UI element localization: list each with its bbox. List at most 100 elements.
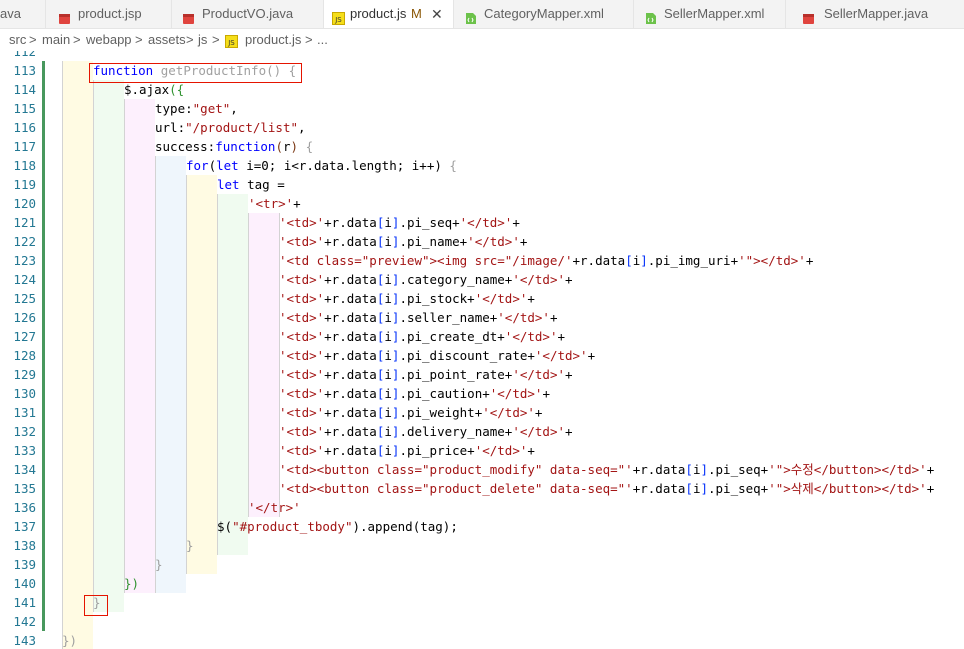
line-number: 123 <box>13 253 36 268</box>
code-line: '<td><button class="product_delete" data… <box>279 481 935 496</box>
jsp-file-icon <box>58 7 71 24</box>
indent-guide-line <box>186 175 187 574</box>
line-number: 139 <box>13 557 36 572</box>
code-line: '<td>'+r.data[i].category_name+'</td>'+ <box>279 272 573 287</box>
line-number: 117 <box>13 139 36 154</box>
svg-text:JS: JS <box>334 16 342 24</box>
line-number: 118 <box>13 158 36 173</box>
js-file-icon: JS <box>225 33 238 51</box>
breadcrumb-separator: > <box>29 32 37 47</box>
code-line: '<td>'+r.data[i].seller_name+'</td>'+ <box>279 310 558 325</box>
tab-label: ava <box>0 6 21 21</box>
code-editor[interactable]: 112 113 114 115 116 117 118 119 120 121 … <box>0 51 964 649</box>
function-declaration-highlight <box>89 63 302 83</box>
breadcrumb-item-assets[interactable]: assets <box>148 29 186 51</box>
js-file-icon: JS <box>332 7 345 25</box>
git-added-gutter <box>42 61 45 631</box>
xml-file-icon <box>644 7 657 24</box>
tab-categorymapper-xml[interactable]: CategoryMapper.xml <box>454 0 634 28</box>
tab-label: product.jsp <box>78 6 142 21</box>
line-number: 134 <box>13 462 36 477</box>
code-line: } <box>186 538 194 553</box>
line-number: 112 <box>13 51 36 59</box>
code-line: for(let i=0; i<r.data.length; i++) { <box>186 158 457 173</box>
code-line: }) <box>124 576 140 591</box>
code-line: '</tr>' <box>248 500 301 515</box>
line-number: 143 <box>13 633 36 648</box>
indent-guide <box>217 194 248 555</box>
breadcrumb-item-file[interactable]: product.js <box>245 29 301 51</box>
tab-label: SellerMapper.xml <box>664 6 765 21</box>
breadcrumb-item-src[interactable]: src <box>9 29 26 51</box>
tab-sellermapper-java[interactable]: SellerMapper.java <box>786 0 964 28</box>
indent-guide <box>155 156 186 593</box>
indent-guide-line <box>217 194 218 555</box>
code-line: '<td>'+r.data[i].pi_name+'</td>'+ <box>279 234 528 249</box>
line-number: 114 <box>13 82 36 97</box>
tab-partial-java[interactable]: ava <box>0 0 46 28</box>
indent-guide <box>248 213 279 517</box>
line-number: 138 <box>13 538 36 553</box>
tab-label: product.js <box>350 6 407 21</box>
code-line: let tag = <box>217 177 285 192</box>
line-number: 128 <box>13 348 36 363</box>
breadcrumb-separator: > <box>212 32 220 47</box>
breadcrumb-item-webapp[interactable]: webapp <box>86 29 132 51</box>
code-line: } <box>155 557 163 572</box>
code-line: '<td>'+r.data[i].delivery_name+'</td>'+ <box>279 424 573 439</box>
breadcrumb-separator: > <box>135 32 143 47</box>
line-number: 122 <box>13 234 36 249</box>
indent-guide-line <box>93 80 94 612</box>
line-number: 136 <box>13 500 36 515</box>
line-number: 127 <box>13 329 36 344</box>
line-number: 141 <box>13 595 36 610</box>
indent-guide <box>124 99 155 593</box>
line-number: 137 <box>13 519 36 534</box>
code-line: '<td>'+r.data[i].pi_discount_rate+'</td>… <box>279 348 596 363</box>
indent-guide-line <box>62 61 63 649</box>
indent-guide <box>93 80 124 612</box>
line-number: 132 <box>13 424 36 439</box>
code-line: }) <box>62 633 78 648</box>
breadcrumb-separator: > <box>73 32 81 47</box>
line-number: 120 <box>13 196 36 211</box>
line-number: 113 <box>13 63 36 78</box>
code-line: '<td>'+r.data[i].pi_stock+'</td>'+ <box>279 291 535 306</box>
code-line: $("#product_tbody").append(tag); <box>217 519 458 534</box>
indent-guide-line <box>124 99 125 593</box>
closing-brace-highlight <box>84 595 108 616</box>
tab-product-js[interactable]: JS product.js M ✕ <box>324 0 454 28</box>
code-line: url:"/product/list", <box>155 120 306 135</box>
svg-text:JS: JS <box>227 39 235 47</box>
tab-product-jsp[interactable]: product.jsp <box>46 0 172 28</box>
tab-sellermapper-xml[interactable]: SellerMapper.xml <box>634 0 786 28</box>
line-number: 126 <box>13 310 36 325</box>
editor-tab-bar: ava product.jsp ProductVO.java JS produc… <box>0 0 964 29</box>
line-number: 125 <box>13 291 36 306</box>
breadcrumb-item-main[interactable]: main <box>42 29 70 51</box>
tab-label: ProductVO.java <box>202 6 294 21</box>
code-line: '<td class="preview"><img src="/image/'+… <box>279 253 814 268</box>
line-number: 130 <box>13 386 36 401</box>
indent-guide-line <box>155 156 156 593</box>
tab-label: CategoryMapper.xml <box>484 6 604 21</box>
breadcrumb-item-js[interactable]: js <box>198 29 207 51</box>
line-number: 133 <box>13 443 36 458</box>
code-line: '<td><button class="product_modify" data… <box>279 462 935 477</box>
breadcrumb-item-symbol[interactable]: ... <box>317 29 328 51</box>
line-number: 121 <box>13 215 36 230</box>
code-line: '<td>'+r.data[i].pi_seq+'</td>'+ <box>279 215 520 230</box>
code-line: type:"get", <box>155 101 238 116</box>
code-line: '<tr>'+ <box>248 196 301 211</box>
line-number: 131 <box>13 405 36 420</box>
line-number: 142 <box>13 614 36 629</box>
close-icon[interactable]: ✕ <box>431 0 443 28</box>
code-line: '<td>'+r.data[i].pi_caution+'</td>'+ <box>279 386 550 401</box>
code-line: '<td>'+r.data[i].pi_price+'</td>'+ <box>279 443 535 458</box>
modified-indicator: M <box>411 6 422 21</box>
indent-guide-line <box>248 213 249 517</box>
line-number: 116 <box>13 120 36 135</box>
tab-productvo-java[interactable]: ProductVO.java <box>172 0 324 28</box>
breadcrumb-separator: > <box>186 32 194 47</box>
line-number: 119 <box>13 177 36 192</box>
